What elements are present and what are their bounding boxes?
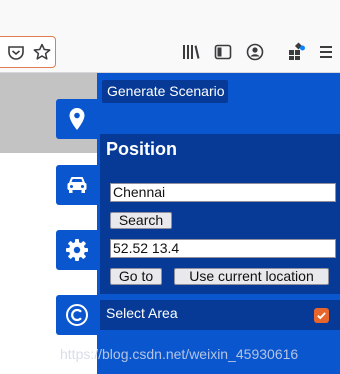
checkmark-icon: [317, 312, 326, 320]
position-title: Position: [106, 139, 177, 159]
side-tab-settings[interactable]: [56, 230, 98, 270]
bookmark-star-icon[interactable]: [32, 42, 52, 62]
extensions-icon[interactable]: [286, 42, 306, 62]
copyright-icon: [64, 302, 90, 328]
sidebar-icon[interactable]: [213, 42, 233, 62]
location-search-input[interactable]: Chennai: [110, 183, 336, 202]
side-tab-copyright[interactable]: [56, 295, 98, 335]
select-area-checkbox[interactable]: [314, 308, 329, 323]
use-current-location-button[interactable]: Use current location: [174, 268, 329, 285]
side-tab-vehicle[interactable]: [56, 165, 98, 205]
account-icon[interactable]: [245, 42, 265, 62]
select-area-label: Select Area: [106, 305, 178, 321]
library-icon[interactable]: [181, 42, 201, 62]
pocket-icon[interactable]: [6, 42, 26, 62]
watermark-text: https://blog.csdn.net/weixin_45930616: [60, 346, 299, 362]
gear-icon: [64, 237, 90, 263]
menu-icon[interactable]: [316, 42, 336, 62]
search-button[interactable]: Search: [110, 212, 172, 229]
browser-toolbar: [0, 0, 340, 73]
side-tab-position[interactable]: [56, 99, 98, 139]
go-to-button[interactable]: Go to: [110, 268, 162, 285]
coordinates-input[interactable]: 52.52 13.4: [110, 239, 336, 258]
car-icon: [64, 172, 90, 198]
map-marker-icon: [64, 106, 90, 132]
generate-scenario-button[interactable]: Generate Scenario: [102, 80, 228, 103]
